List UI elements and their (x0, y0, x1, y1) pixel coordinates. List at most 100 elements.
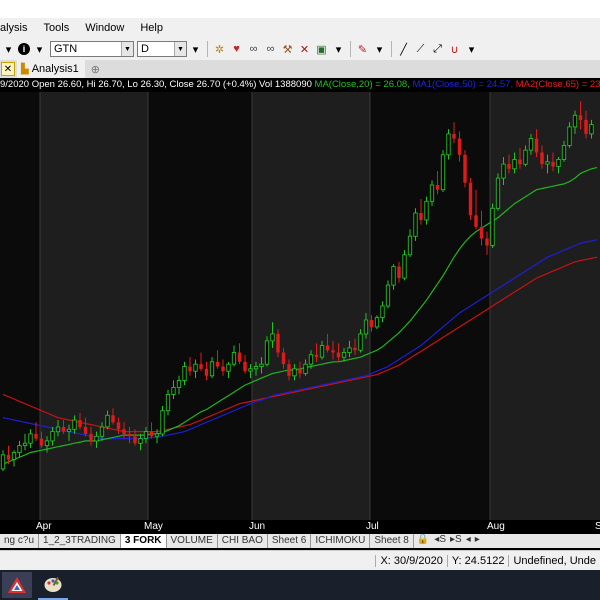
candle-body (193, 363, 198, 372)
scroll-left-icon[interactable]: ◂ (464, 534, 473, 548)
candle-body (419, 213, 423, 220)
menu-tools[interactable]: Tools (36, 22, 78, 34)
candle-body (452, 133, 456, 139)
candle-body (55, 426, 61, 433)
candle-body (584, 119, 588, 134)
hammer-icon[interactable]: ⚒ (280, 41, 295, 57)
scroll-left-icon[interactable]: ◂S (432, 534, 448, 548)
line-tool-icon[interactable]: ╱ (396, 41, 411, 57)
candle-body (61, 427, 66, 432)
sheet-tab[interactable]: CHI BAO (218, 534, 268, 548)
chevron-down-icon[interactable]: ▼ (121, 42, 133, 56)
candle-body (518, 159, 522, 165)
gear-icon[interactable]: ✲ (212, 41, 227, 57)
trend-tool-icon[interactable]: ⤢ (430, 41, 445, 57)
menu-help[interactable]: Help (132, 22, 171, 34)
candle (374, 315, 380, 330)
price-chart-svg[interactable] (0, 92, 600, 520)
date-axis: Apr May Jun Jul Aug S (0, 520, 600, 534)
candle-body (17, 445, 22, 454)
candle-body (149, 431, 154, 437)
date-label-jun: Jun (249, 521, 266, 532)
candle-body (303, 363, 308, 374)
candle-body (199, 364, 203, 369)
sheet-tab[interactable]: VOLUME (167, 534, 218, 548)
candle-body (154, 433, 160, 437)
status-y-value: Y: 24.5122 (446, 555, 509, 567)
candle-body (446, 133, 451, 156)
sheet-tab[interactable]: Sheet 6 (268, 534, 312, 548)
dropdown-arrow-icon[interactable]: ▾ (188, 41, 203, 57)
dropdown-arrow-icon[interactable]: ▾ (464, 41, 479, 57)
lock-icon[interactable]: 🔒 (414, 534, 432, 548)
sheet-tab[interactable]: Sheet 8 (370, 534, 414, 548)
candle-body (474, 215, 478, 227)
candle-body (99, 426, 105, 437)
fly-icon[interactable]: ✕ (297, 41, 312, 57)
candle-body (534, 138, 539, 153)
sheet-tab[interactable]: ICHIMOKU (311, 534, 371, 548)
display-icon[interactable]: ▣ (314, 41, 329, 57)
candle-body (501, 163, 506, 179)
chart-tab-icon: ▙ (21, 63, 29, 75)
candle-body (479, 226, 484, 239)
candle-body (380, 305, 385, 319)
candle-body (221, 366, 225, 372)
price-chart[interactable] (0, 92, 600, 520)
candle-body (231, 352, 237, 365)
candle-body (89, 433, 93, 441)
candle-body (347, 347, 352, 354)
candle-body (556, 159, 561, 167)
month-band (490, 92, 600, 520)
candle-body (171, 386, 176, 395)
candle-body (276, 333, 280, 353)
ray-tool-icon[interactable]: ⟋ (413, 41, 428, 57)
candle-body (248, 368, 253, 372)
close-icon[interactable]: ✕ (1, 62, 15, 76)
magnet-icon[interactable]: ∪ (447, 41, 462, 57)
candle-body (336, 352, 341, 358)
menu-analysis[interactable]: alysis (0, 22, 36, 34)
candle (490, 203, 495, 248)
dropdown-arrow-icon[interactable]: ▾ (32, 41, 47, 57)
app-icon[interactable] (2, 572, 32, 598)
dropdown-arrow-icon[interactable]: ▾ (1, 41, 16, 57)
sheet-tab-active[interactable]: 3 FORK (120, 534, 167, 548)
heart-icon[interactable]: ♥ (229, 41, 244, 57)
glasses-icon[interactable]: ∞ (263, 41, 278, 57)
candle-body (545, 161, 550, 165)
palette-icon (44, 577, 62, 592)
paint-app-icon[interactable] (38, 572, 68, 600)
menu-window[interactable]: Window (77, 22, 132, 34)
candle-body (551, 161, 555, 167)
scroll-right-icon[interactable]: ▸S (448, 534, 464, 548)
info-icon[interactable]: i (18, 43, 30, 55)
candle-body (385, 284, 391, 307)
candle-body (512, 159, 517, 170)
dropdown-arrow-icon[interactable]: ▾ (331, 41, 346, 57)
interval-combo[interactable]: D ▼ (137, 41, 187, 57)
candle-body (572, 114, 578, 128)
sheet-tab[interactable]: 1_2_3TRADING (39, 534, 121, 548)
sheet-tab[interactable]: ng c?u (0, 534, 40, 548)
candle-body (11, 452, 17, 460)
tab-analysis1[interactable]: ▙ Analysis1 (17, 60, 85, 78)
candle-body (374, 317, 380, 328)
dropdown-arrow-icon[interactable]: ▾ (372, 41, 387, 57)
candle-body (28, 433, 33, 444)
symbol-combo[interactable]: GTN ▼ (50, 41, 134, 57)
candle-body (287, 364, 291, 376)
scroll-right-icon[interactable]: ▸ (473, 534, 482, 548)
chevron-down-icon[interactable]: ▼ (174, 42, 186, 56)
candle-body (253, 366, 259, 370)
date-label-jul: Jul (366, 521, 379, 532)
pencil-icon[interactable]: ✎ (355, 41, 370, 57)
triangle-logo-icon (8, 577, 26, 593)
new-tab-icon[interactable]: ⊕ (91, 63, 100, 76)
candle-body (435, 185, 440, 190)
candle-body (440, 154, 446, 191)
candle-body (523, 149, 528, 165)
candle-body (369, 320, 374, 327)
glasses-icon[interactable]: ∞ (246, 41, 261, 57)
candle-body (39, 438, 44, 446)
